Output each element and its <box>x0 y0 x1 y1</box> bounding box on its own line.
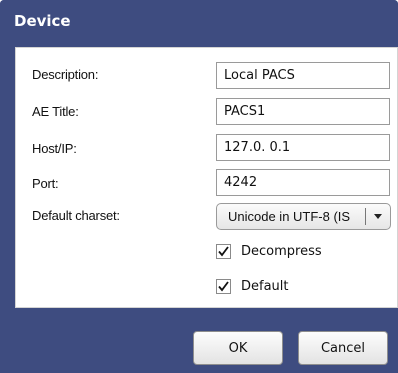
ae-title-field[interactable] <box>216 98 390 125</box>
decompress-label: Decompress <box>241 244 322 259</box>
host-field[interactable] <box>216 134 390 161</box>
port-field[interactable] <box>216 169 390 196</box>
charset-selected-value: Unicode in UTF-8 (IS <box>228 209 351 224</box>
titlebar: Device <box>0 0 398 42</box>
default-checkbox[interactable] <box>216 279 231 294</box>
description-label: Description: <box>32 67 99 82</box>
host-label: Host/IP: <box>32 141 77 156</box>
device-dialog: Device Description: AE Title: Host/IP: P… <box>0 0 398 373</box>
port-label: Port: <box>32 176 59 191</box>
ok-button[interactable]: OK <box>193 331 283 365</box>
ae-title-label: AE Title: <box>32 104 79 119</box>
default-checkbox-row[interactable]: Default <box>216 279 289 294</box>
cancel-button[interactable]: Cancel <box>298 331 388 365</box>
charset-select[interactable]: Unicode in UTF-8 (IS <box>216 203 391 230</box>
chevron-down-icon[interactable] <box>366 204 390 229</box>
description-field[interactable] <box>216 62 390 89</box>
default-label: Default <box>241 279 289 294</box>
checkmark-icon <box>218 246 229 257</box>
form-panel: Description: AE Title: Host/IP: Port: De… <box>15 47 398 308</box>
checkmark-icon <box>218 281 229 292</box>
decompress-checkbox-row[interactable]: Decompress <box>216 244 322 259</box>
decompress-checkbox[interactable] <box>216 244 231 259</box>
dialog-title: Device <box>14 12 71 30</box>
charset-label: Default charset: <box>32 208 120 223</box>
